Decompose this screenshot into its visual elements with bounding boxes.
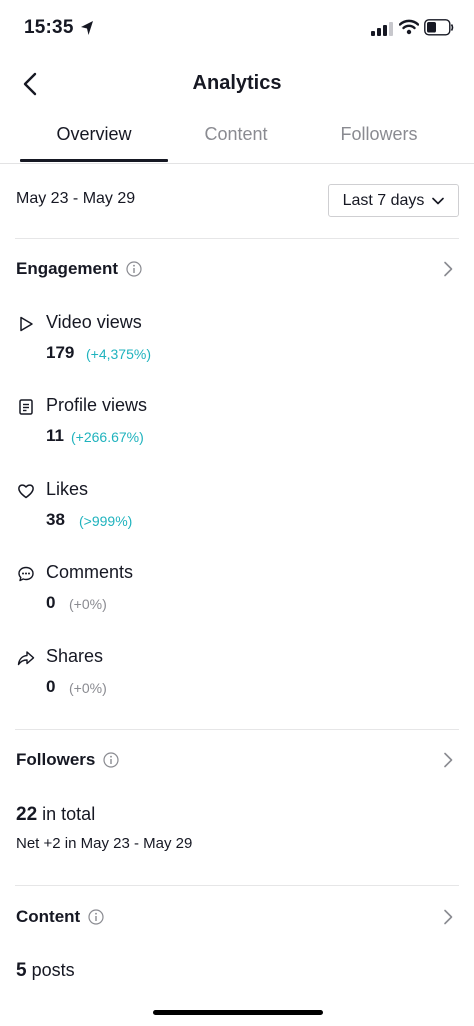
info-icon[interactable] <box>126 261 142 277</box>
divider <box>15 729 459 730</box>
comment-icon <box>18 566 34 582</box>
metric-value: 38 <box>46 510 65 529</box>
content-chevron-right-icon[interactable] <box>442 909 454 925</box>
metric-comments[interactable]: Comments 0 (+0%) <box>16 562 456 632</box>
metric-shares[interactable]: Shares 0 (+0%) <box>16 646 456 716</box>
location-arrow-icon <box>81 21 93 35</box>
tab-overview[interactable]: Overview <box>19 124 169 145</box>
status-time: 15:35 <box>24 17 74 38</box>
document-icon <box>19 399 33 415</box>
date-range: May 23 - May 29 <box>16 190 136 207</box>
info-icon[interactable] <box>103 752 119 768</box>
engagement-chevron-right-icon[interactable] <box>442 261 454 277</box>
followers-net-change: Net +2 in May 23 - May 29 <box>16 835 193 852</box>
tab-followers[interactable]: Followers <box>304 124 454 145</box>
content-posts-value: 5 <box>16 960 27 981</box>
content-section-title[interactable]: Content <box>16 907 104 927</box>
metric-video-views[interactable]: Video views 179 (+4,375%) <box>16 312 456 382</box>
metric-label: Profile views <box>46 395 148 415</box>
info-icon[interactable] <box>88 909 104 925</box>
metric-label: Shares <box>46 646 104 666</box>
engagement-section-title[interactable]: Engagement <box>16 259 142 279</box>
cellular-signal-icon <box>371 22 393 36</box>
home-indicator[interactable] <box>153 1010 323 1015</box>
tab-bar: Overview Content Followers <box>0 112 474 164</box>
followers-total: 22 in total <box>16 804 95 826</box>
metric-label: Comments <box>46 562 134 582</box>
followers-title-text: Followers <box>16 750 96 769</box>
metric-value: 179 <box>46 343 75 362</box>
divider <box>15 885 459 886</box>
metric-change: (>999%) <box>79 513 133 529</box>
metric-label: Video views <box>46 312 142 332</box>
content-posts: 5 posts <box>16 960 75 982</box>
divider <box>15 238 459 239</box>
share-icon <box>17 651 35 666</box>
content-posts-suffix: posts <box>31 960 75 980</box>
metric-value: 0 <box>46 677 56 696</box>
metric-value: 11 <box>46 426 64 445</box>
metric-profile-views[interactable]: Profile views 11 (+266.67%) <box>16 395 456 465</box>
content-title-text: Content <box>16 907 81 926</box>
date-range-dropdown[interactable]: Last 7 days <box>328 184 459 217</box>
play-icon <box>20 316 33 332</box>
engagement-title-text: Engagement <box>16 259 119 278</box>
heart-icon <box>18 484 34 499</box>
metric-likes[interactable]: Likes 38 (>999%) <box>16 479 456 549</box>
tab-content[interactable]: Content <box>161 124 311 145</box>
metric-change: (+0%) <box>69 596 107 612</box>
followers-section-title[interactable]: Followers <box>16 750 119 770</box>
metric-label: Likes <box>46 479 89 499</box>
metric-value: 0 <box>46 593 56 612</box>
metric-change: (+266.67%) <box>71 429 144 445</box>
followers-total-suffix: in total <box>42 804 96 824</box>
metric-change: (+0%) <box>69 680 107 696</box>
analytics-screen: 15:35 Analytics Overview Content Followe… <box>0 0 474 1026</box>
followers-chevron-right-icon[interactable] <box>442 752 454 768</box>
status-bar: 15:35 <box>0 0 474 58</box>
wifi-icon <box>399 19 419 35</box>
date-range-dropdown-value: Last 7 days <box>342 191 425 209</box>
battery-icon <box>424 19 454 36</box>
followers-total-value: 22 <box>16 804 38 825</box>
chevron-down-icon <box>432 197 445 204</box>
active-tab-indicator <box>20 159 168 162</box>
page-title: Analytics <box>192 72 282 94</box>
metric-change: (+4,375%) <box>86 346 151 362</box>
